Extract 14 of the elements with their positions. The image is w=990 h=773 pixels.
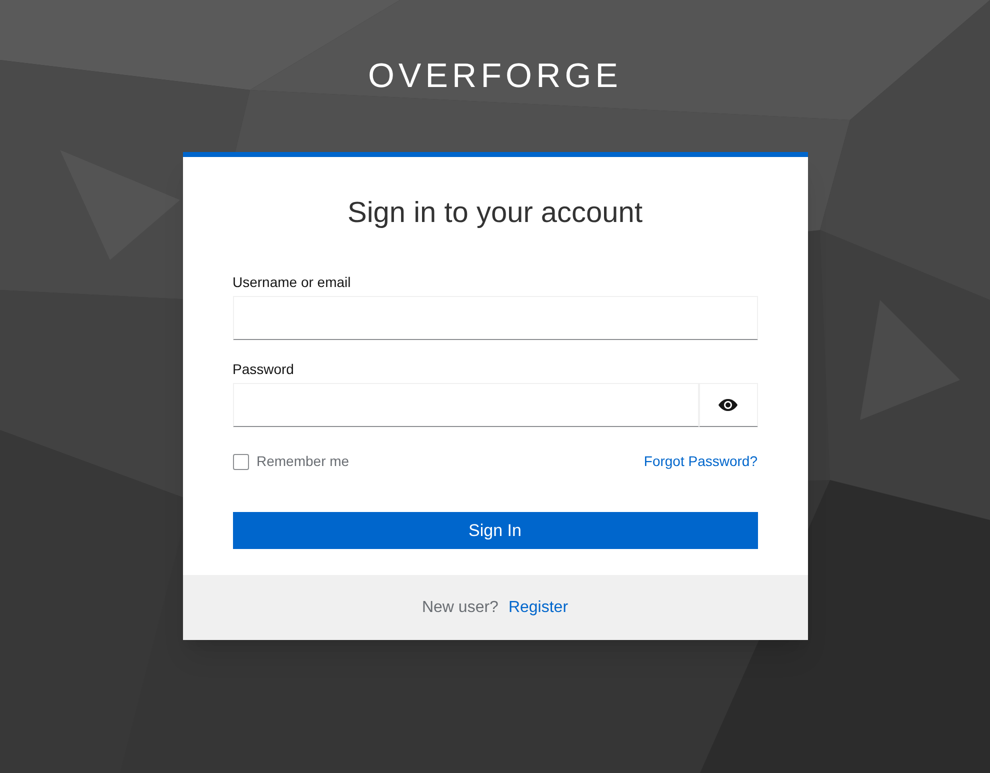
forgot-password-link[interactable]: Forgot Password? [644, 451, 758, 472]
field-label: Password [232, 360, 295, 378]
new-user-text: New user? [422, 598, 498, 618]
sign-in-button[interactable]: Sign In [232, 512, 758, 549]
register-link[interactable]: Register [508, 596, 568, 620]
show-password-button[interactable] [698, 383, 758, 427]
password-field[interactable] [232, 383, 698, 427]
remember-me-label: Remember me [256, 452, 350, 471]
remember-checkbox[interactable] [232, 454, 248, 470]
username-field[interactable] [232, 296, 758, 340]
field-label: Username or email [232, 273, 352, 291]
brand-title: OVERFORGE [368, 56, 622, 96]
card-title: Sign in to your account [346, 196, 644, 231]
eye-icon [718, 398, 738, 412]
